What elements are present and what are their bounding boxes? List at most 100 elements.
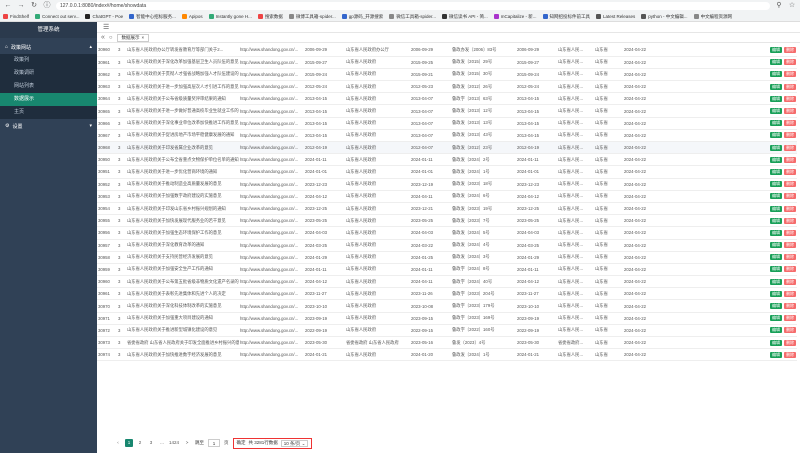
table-row[interactable]: 30954 3 山东省人民政府关于印发山东省乡村振兴规划的通知 http://www.… <box>97 202 797 216</box>
reload-icon[interactable]: ↻ <box>30 2 38 10</box>
info-icon[interactable]: ⓘ <box>43 2 51 10</box>
confirm-button[interactable]: 确定 <box>237 440 246 446</box>
jump-input[interactable]: 1 <box>208 439 221 447</box>
delete-button[interactable]: 删除 <box>784 254 796 261</box>
bookmark-item[interactable]: gp源码_开源搜索 <box>341 14 383 20</box>
table-row[interactable]: 30960 3 山东省人民政府办公厅转发省教育厅等部门关于2... http://ww… <box>97 44 797 57</box>
edit-button[interactable]: 编辑 <box>770 156 782 163</box>
edit-button[interactable]: 编辑 <box>770 339 782 346</box>
edit-button[interactable]: 编辑 <box>770 229 782 236</box>
address-bar[interactable]: 127.0.0.1:8080/index#/home/showdata <box>56 1 770 10</box>
page-number[interactable]: 1 <box>125 439 133 447</box>
edit-button[interactable]: 编辑 <box>770 242 782 249</box>
delete-button[interactable]: 删除 <box>784 156 796 163</box>
edit-button[interactable]: 编辑 <box>770 168 782 175</box>
table-row[interactable]: 30961 3 山东省人民政府关于表彰先进集体和先进个人的决定 http://www.… <box>97 287 797 301</box>
edit-button[interactable]: 编辑 <box>770 95 782 102</box>
bookmark-item[interactable]: FindShelf <box>3 14 29 19</box>
prev-page-button[interactable]: ‹ <box>114 439 122 447</box>
bookmark-item[interactable]: mCapitalize - 新... <box>493 14 537 20</box>
tabs-left-icon[interactable]: « <box>101 34 105 41</box>
next-page-button[interactable]: > <box>183 439 191 447</box>
delete-button[interactable]: 删除 <box>784 339 796 346</box>
delete-button[interactable]: 删除 <box>784 71 796 78</box>
table-row[interactable]: 30953 3 山东省人民政府关于加强数字政府建设的实施意见 http://www.s… <box>97 190 797 203</box>
delete-button[interactable]: 删除 <box>784 205 796 212</box>
table-row[interactable]: 30961 3 山东省人民政府关于深化改革加强基层卫生人员队伍的意见 http://w… <box>97 56 797 69</box>
edit-button[interactable]: 编辑 <box>770 46 782 53</box>
delete-button[interactable]: 删除 <box>784 351 796 358</box>
edit-button[interactable]: 编辑 <box>770 217 782 224</box>
menu-group-settings[interactable]: ⚙ 设置 ▾ <box>0 119 97 133</box>
edit-button[interactable]: 编辑 <box>770 266 782 273</box>
delete-button[interactable]: 删除 <box>784 303 796 310</box>
data-table-container[interactable]: 30960 3 山东省人民政府办公厅转发省教育厅等部门关于2... http://ww… <box>97 44 800 433</box>
edit-button[interactable]: 编辑 <box>770 83 782 90</box>
table-row[interactable]: 30972 3 山东省人民政府关于推进新型城镇化建设的意见 http://www.sh… <box>97 324 797 338</box>
table-row[interactable]: 30951 3 山东省人民政府关于进一步优化营商环境的通知 http://www.sh… <box>97 165 797 179</box>
table-row[interactable]: 30950 3 山东省人民政府关于公布全省重点文物保护单位名单的通知 http://w… <box>97 153 797 167</box>
star-icon[interactable]: ☆ <box>788 2 796 10</box>
delete-button[interactable]: 删除 <box>784 242 796 249</box>
delete-button[interactable]: 删除 <box>784 327 796 334</box>
table-row[interactable]: 30959 3 山东省人民政府关于加强安全生产工作的通知 http://www.sha… <box>97 263 797 277</box>
edit-button[interactable]: 编辑 <box>770 59 782 66</box>
delete-button[interactable]: 删除 <box>784 229 796 236</box>
bookmark-item[interactable]: Connect out serv... <box>35 14 79 19</box>
close-icon[interactable]: × <box>142 34 145 41</box>
table-row[interactable]: 30966 3 山东省人民政府关于深化事业单位改革加快推进工作的意见 http://w… <box>97 117 797 130</box>
tab-data-display[interactable]: 数据展示 × <box>116 33 150 42</box>
bookmark-item[interactable]: Latest Releases <box>596 14 635 19</box>
bookmark-item[interactable]: python - 中文编辑... <box>641 14 688 20</box>
table-row[interactable]: 30957 3 山东省人民政府关于深化教育改革的通知 http://www.shand… <box>97 239 797 252</box>
edit-button[interactable]: 编辑 <box>770 254 782 261</box>
edit-button[interactable]: 编辑 <box>770 327 782 334</box>
delete-button[interactable]: 删除 <box>784 95 796 102</box>
table-row[interactable]: 30955 3 山东省人民政府关于加快发展现代服务业的若干意见 http://www.… <box>97 214 797 228</box>
page-number[interactable]: 3 <box>147 439 155 447</box>
edit-button[interactable]: 编辑 <box>770 120 782 127</box>
delete-button[interactable]: 删除 <box>784 278 796 285</box>
bookmark-item[interactable]: 中文编程资源网 <box>693 14 732 20</box>
table-row[interactable]: 30967 3 山东省人民政府关于促进房地产市场平稳健康发展的通知 http://ww… <box>97 129 797 143</box>
delete-button[interactable]: 删除 <box>784 59 796 66</box>
edit-button[interactable]: 编辑 <box>770 108 782 115</box>
table-row[interactable]: 30956 3 山东省人民政府关于加强生态环境保护工作的意见 http://www.s… <box>97 226 797 240</box>
delete-button[interactable]: 删除 <box>784 120 796 127</box>
page-number[interactable]: 2 <box>136 439 144 447</box>
delete-button[interactable]: 删除 <box>784 193 796 200</box>
edit-button[interactable]: 编辑 <box>770 71 782 78</box>
delete-button[interactable]: 删除 <box>784 290 796 297</box>
delete-button[interactable]: 删除 <box>784 132 796 139</box>
page-size-select[interactable]: 10 条/页 ⌄ <box>280 439 309 447</box>
bookmark-item[interactable]: 微信工具箱-spider... <box>389 14 436 20</box>
table-row[interactable]: 30968 3 山东省人民政府关于印发省属企业改革的意见 http://www.sha… <box>97 141 797 155</box>
table-row[interactable]: 30952 3 山东省人民政府关于推动制造业高质量发展的意见 http://www.s… <box>97 178 797 191</box>
edit-button[interactable]: 编辑 <box>770 351 782 358</box>
delete-button[interactable]: 删除 <box>784 46 796 53</box>
table-row[interactable]: 30973 3 省委省政府 山东省人民政府关于印发全面推进乡村振兴的意见 http:/… <box>97 336 797 350</box>
table-row[interactable]: 30964 3 山东省人民政府关于公布省级质量奖评审结果的通知 http://www.… <box>97 92 797 106</box>
bookmark-item[interactable]: Apipos <box>181 14 203 19</box>
delete-button[interactable]: 删除 <box>784 144 796 151</box>
bookmark-item[interactable]: 微信读书 API - 简... <box>441 14 488 20</box>
table-row[interactable]: 30958 3 山东省人民政府关于支持民营经济发展的意见 http://www.sha… <box>97 251 797 264</box>
bookmark-item[interactable]: 搜索数据 <box>257 14 283 20</box>
table-row[interactable]: 30970 3 山东省人民政府关于深化科技体制改革的实施意见 http://www.s… <box>97 299 797 313</box>
menu-toggle-icon[interactable]: ☰ <box>103 23 109 31</box>
bookmark-item[interactable]: ChatGPT - Poe <box>85 14 123 19</box>
edit-button[interactable]: 编辑 <box>770 181 782 188</box>
menu-group-policy-sites[interactable]: ⌂ 政策网站 ▴ <box>0 40 97 54</box>
table-row[interactable]: 30962 3 山东省人民政府关于贯彻人才强省战略加强人才队伍建设的通知 http:/… <box>97 68 797 82</box>
delete-button[interactable]: 删除 <box>784 217 796 224</box>
sidebar-item[interactable]: 数据展示 <box>0 93 97 106</box>
edit-button[interactable]: 编辑 <box>770 278 782 285</box>
forward-icon[interactable]: → <box>17 2 25 10</box>
sidebar-item[interactable]: 主页 <box>0 106 97 119</box>
table-row[interactable]: 30971 3 山东省人民政府关于加强重大项目建设的通知 http://www.sha… <box>97 312 797 325</box>
bookmark-item[interactable]: 微博工具箱-spider... <box>288 14 336 20</box>
table-row[interactable]: 30960 3 山东省人民政府关于公布第五批省级非物质文化遗产名录的通知 http:/… <box>97 275 797 289</box>
back-icon[interactable]: ← <box>4 2 12 10</box>
delete-button[interactable]: 删除 <box>784 83 796 90</box>
bookmark-item[interactable]: 知网招投标件前工具 <box>542 14 590 20</box>
